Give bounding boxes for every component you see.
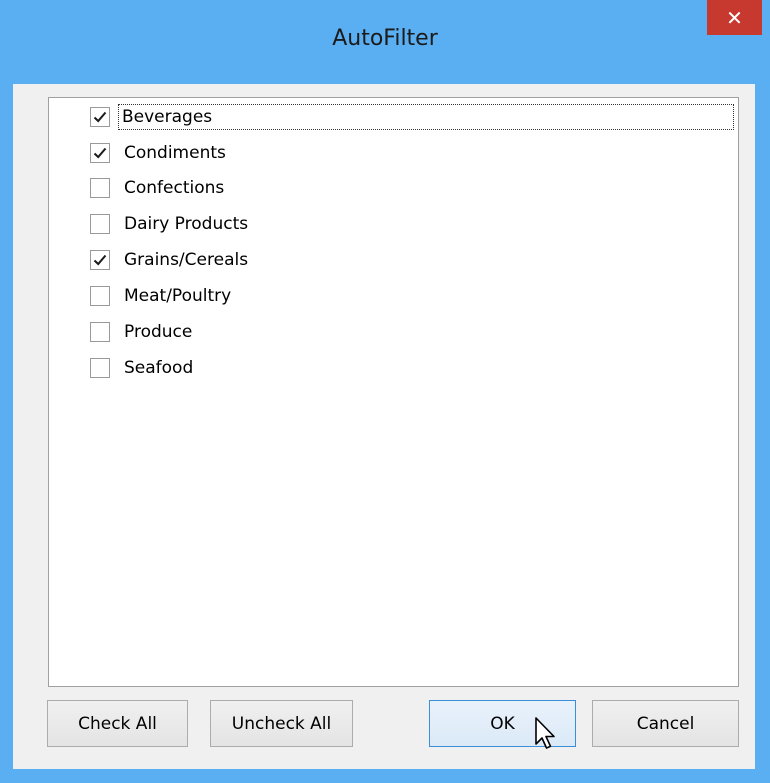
list-item-confections[interactable]: Confections bbox=[90, 175, 734, 201]
list-item-beverages[interactable]: Beverages bbox=[90, 104, 734, 130]
list-item-meat-poultry[interactable]: Meat/Poultry bbox=[90, 283, 734, 309]
list-item-label: Grains/Cereals bbox=[124, 250, 249, 270]
checkbox-condiments[interactable] bbox=[90, 143, 110, 163]
mouse-pointer-icon bbox=[535, 717, 555, 749]
check-all-button[interactable]: Check All bbox=[47, 700, 188, 747]
list-item-label: Dairy Products bbox=[124, 214, 249, 234]
list-item-label: Confections bbox=[124, 178, 225, 198]
list-item-dairy-products[interactable]: Dairy Products bbox=[90, 211, 734, 237]
dialog-body: Beverages Condiments Confections Dairy P… bbox=[13, 84, 755, 769]
checkbox-grains-cereals[interactable] bbox=[90, 250, 110, 270]
checkmark-icon bbox=[93, 254, 107, 266]
close-icon: ✕ bbox=[726, 5, 743, 30]
uncheck-all-button[interactable]: Uncheck All bbox=[210, 700, 353, 747]
checkbox-seafood[interactable] bbox=[90, 358, 110, 378]
checkmark-icon bbox=[93, 111, 107, 123]
list-item-label: Produce bbox=[124, 322, 193, 342]
list-item-label: Meat/Poultry bbox=[124, 286, 232, 306]
list-item-produce[interactable]: Produce bbox=[90, 319, 734, 345]
dialog-title: AutoFilter bbox=[332, 26, 438, 51]
checkbox-dairy-products[interactable] bbox=[90, 214, 110, 234]
list-item-grains-cereals[interactable]: Grains/Cereals bbox=[90, 247, 734, 273]
list-item-seafood[interactable]: Seafood bbox=[90, 355, 734, 381]
checkbox-confections[interactable] bbox=[90, 178, 110, 198]
checkbox-beverages[interactable] bbox=[90, 107, 110, 127]
list-item-label: Seafood bbox=[124, 358, 194, 378]
title-bar[interactable]: AutoFilter ✕ bbox=[0, 0, 770, 85]
filter-listbox[interactable]: Beverages Condiments Confections Dairy P… bbox=[48, 97, 739, 687]
list-item-label: Beverages bbox=[118, 104, 734, 130]
list-item-condiments[interactable]: Condiments bbox=[90, 140, 734, 166]
checkmark-icon bbox=[93, 147, 107, 159]
cancel-button[interactable]: Cancel bbox=[592, 700, 739, 747]
list-item-label: Condiments bbox=[124, 143, 226, 163]
autofilter-dialog: AutoFilter ✕ Beverages Condiments Confec… bbox=[0, 0, 770, 783]
checkbox-produce[interactable] bbox=[90, 322, 110, 342]
checkbox-meat-poultry[interactable] bbox=[90, 286, 110, 306]
close-button[interactable]: ✕ bbox=[707, 0, 762, 35]
